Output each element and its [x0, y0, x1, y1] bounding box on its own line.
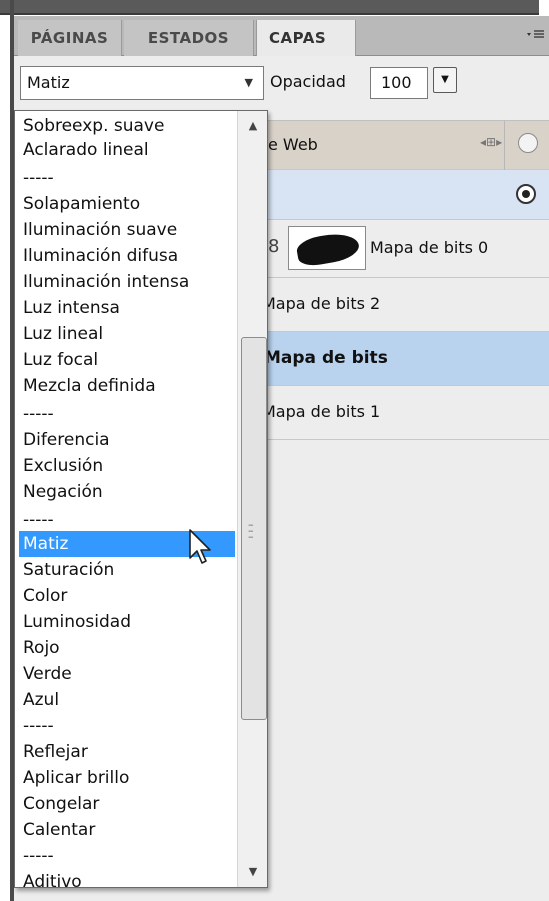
- mouse-cursor-icon: [189, 529, 211, 564]
- blend-option[interactable]: Luz intensa: [19, 295, 235, 321]
- layer-name-bitmap2: Mapa de bits 2: [262, 294, 381, 313]
- blend-mode-dropdown-list[interactable]: Sobreexp. suave Aclarado lineal ----- Solap…: [14, 110, 268, 888]
- blend-option[interactable]: Congelar: [19, 791, 235, 817]
- scroll-down-icon[interactable]: ▼: [238, 857, 268, 887]
- blend-option[interactable]: Rojo: [19, 635, 235, 661]
- blend-option[interactable]: Negación: [19, 479, 235, 505]
- blend-option[interactable]: Luz lineal: [19, 321, 235, 347]
- layer-name-web: e Web: [268, 135, 318, 154]
- separator: -----: [23, 716, 54, 736]
- blend-option[interactable]: Aditivo: [19, 869, 235, 887]
- layer-name-bitmap-selected: Mapa de bits: [264, 348, 388, 368]
- separator: -----: [23, 404, 54, 424]
- layer-name-bitmap0: Mapa de bits 0: [370, 238, 489, 257]
- blend-option[interactable]: Luminosidad: [19, 609, 235, 635]
- grip-icon: – – –: [248, 518, 254, 543]
- blend-option[interactable]: Color: [19, 583, 235, 609]
- active-radio-icon[interactable]: [516, 184, 536, 204]
- blend-option[interactable]: Solapamiento: [19, 191, 235, 217]
- chevron-down-icon: ▼: [244, 76, 253, 89]
- blend-option[interactable]: Verde: [19, 661, 235, 687]
- separator: -----: [23, 168, 54, 188]
- blend-option[interactable]: Calentar: [19, 817, 235, 843]
- blend-mode-value: Matiz: [27, 73, 70, 92]
- scroll-up-icon[interactable]: ▲: [238, 111, 268, 141]
- radio-dot: [522, 190, 530, 198]
- thumbnail-shape: [295, 229, 361, 269]
- opacity-dropdown-button[interactable]: ▼: [433, 67, 457, 93]
- opacity-field[interactable]: 100: [370, 67, 428, 99]
- blend-option[interactable]: Iluminación intensa: [19, 269, 235, 295]
- blend-option[interactable]: Exclusión: [19, 453, 235, 479]
- visibility-radio-icon[interactable]: [518, 133, 538, 153]
- blend-option[interactable]: Aplicar brillo: [19, 765, 235, 791]
- opacity-label: Opacidad: [270, 72, 346, 91]
- scroll-thumb[interactable]: – – –: [241, 337, 267, 720]
- layer-thumbnail: [288, 226, 366, 270]
- panel-menu-icon[interactable]: [525, 28, 545, 44]
- blend-option[interactable]: Iluminación suave: [19, 217, 235, 243]
- top-dark-bar: [0, 0, 539, 14]
- blend-option[interactable]: Luz focal: [19, 347, 235, 373]
- blend-mode-select[interactable]: Matiz ▼: [20, 66, 264, 100]
- dropdown-scrollbar[interactable]: ▲ – – – ▼: [237, 111, 267, 887]
- blend-mode-options: Sobreexp. suave Aclarado lineal ----- Solap…: [19, 111, 235, 887]
- blend-option[interactable]: Aclarado lineal: [19, 137, 235, 163]
- tab-estados[interactable]: ESTADOS: [124, 20, 254, 56]
- blend-option[interactable]: Iluminación difusa: [19, 243, 235, 269]
- layer-name-bitmap1: Mapa de bits 1: [262, 402, 381, 421]
- tab-paginas[interactable]: PÁGINAS: [18, 20, 122, 56]
- blend-option[interactable]: Sobreexp. suave: [19, 113, 235, 139]
- tab-capas[interactable]: CAPAS: [256, 20, 356, 56]
- blend-option[interactable]: Diferencia: [19, 427, 235, 453]
- blend-option[interactable]: Reflejar: [19, 739, 235, 765]
- column-divider: [504, 121, 505, 171]
- top-dark-divider: [0, 13, 539, 15]
- resize-handle-icon: ◂⊞▸: [480, 135, 503, 149]
- blend-option[interactable]: Mezcla definida: [19, 373, 235, 399]
- blend-option[interactable]: Azul: [19, 687, 235, 713]
- separator: -----: [23, 846, 54, 866]
- link-icon: 8: [268, 236, 280, 257]
- tab-bar: PÁGINAS ESTADOS CAPAS: [14, 16, 549, 56]
